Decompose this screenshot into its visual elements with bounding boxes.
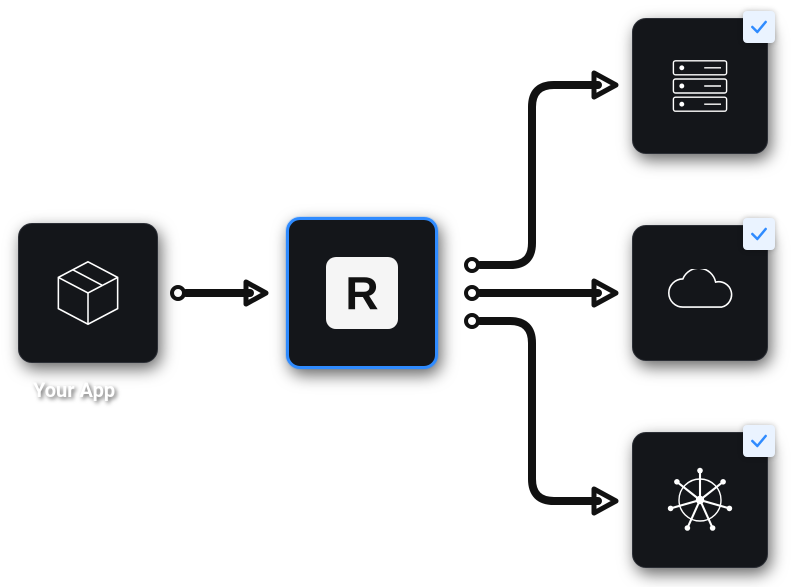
check-badge (743, 425, 775, 457)
connector-app-to-runtime (168, 278, 273, 308)
node-target-kubernetes (632, 432, 768, 568)
check-badge (743, 11, 775, 43)
r-logo: R (326, 257, 398, 329)
node-runtime: R (286, 217, 438, 369)
check-badge (743, 218, 775, 250)
node-your-app (18, 223, 158, 363)
node-target-server (632, 18, 768, 154)
check-icon (749, 224, 769, 244)
package-icon (49, 254, 127, 332)
cloud-icon (661, 269, 739, 317)
check-icon (749, 431, 769, 451)
connector-fanout (450, 45, 630, 545)
kubernetes-icon (665, 465, 735, 535)
node-your-app-label: Your App (33, 378, 115, 402)
r-logo-letter: R (345, 266, 378, 320)
diagram-canvas: Your App R (0, 0, 799, 587)
check-icon (749, 17, 769, 37)
node-target-cloud (632, 225, 768, 361)
server-icon (665, 51, 735, 121)
